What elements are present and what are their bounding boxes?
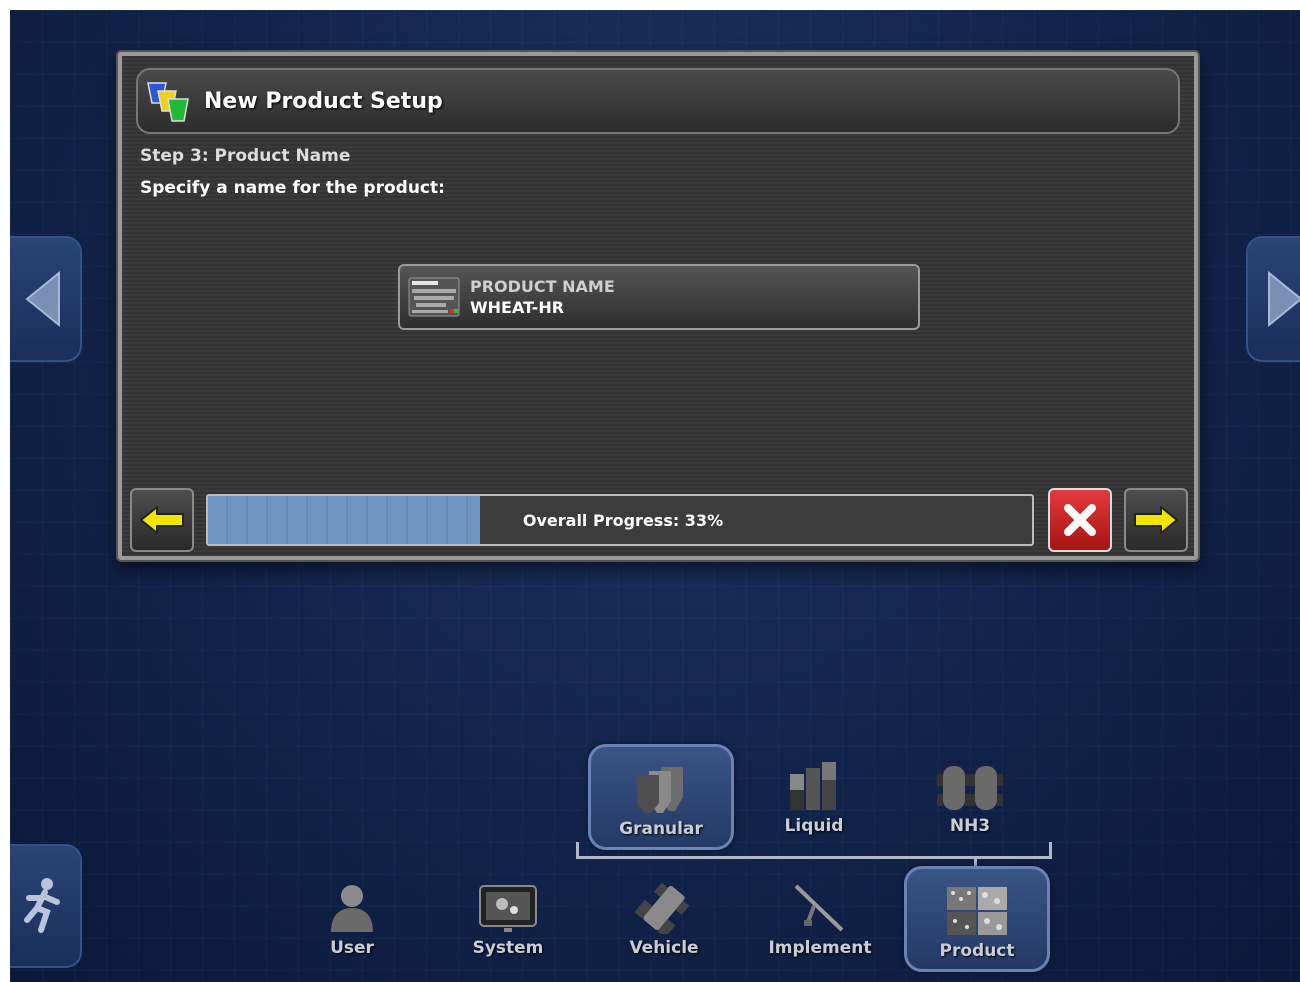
menu-label: Vehicle [629,938,699,958]
menu-item-vehicle[interactable]: Vehicle [594,866,734,966]
submenu-bracket [576,842,1052,859]
product-folders-icon [147,82,189,122]
step-title: Step 3: Product Name [140,146,351,166]
implement-icon [794,884,844,932]
nh3-icon [937,766,1003,810]
menu-item-user[interactable]: User [282,866,422,966]
field-value: WHEAT-HR [470,298,565,317]
system-icon [479,885,537,932]
arrow-left-icon [140,506,184,534]
menu-label: Liquid [784,816,844,836]
progress-label: Overall Progress: 33% [522,510,724,530]
menu-label: Implement [768,938,872,958]
new-product-dialog: New Product Setup Step 3: Product Name S… [118,52,1198,560]
menu-label: System [472,938,544,958]
menu-item-nh3[interactable]: NH3 [900,744,1040,844]
previous-screen-button[interactable] [10,236,82,362]
liquid-icon [790,762,836,810]
menu-label: Product [939,941,1015,961]
cancel-button[interactable] [1048,488,1112,552]
menu-item-granular[interactable]: Granular [588,744,734,850]
triangle-left-icon [25,270,60,328]
dialog-title: New Product Setup [204,88,443,114]
menu-label: Granular [619,819,703,839]
arrow-right-icon [1134,506,1178,534]
screen-background: New Product Setup Step 3: Product Name S… [10,10,1300,982]
menu-label: User [330,938,374,958]
product-name-field-button[interactable]: PRODUCT NAME WHEAT-HR [398,264,920,330]
vehicle-icon [634,882,690,934]
instruction-text: Specify a name for the product: [140,178,445,198]
next-screen-button[interactable] [1246,236,1300,362]
granular-icon [637,767,683,813]
field-text: PRODUCT NAME WHEAT-HR [470,277,615,317]
exit-button[interactable] [10,844,82,968]
menu-item-liquid[interactable]: Liquid [744,744,884,844]
menu-item-implement[interactable]: Implement [750,866,890,966]
running-man-icon [24,878,60,933]
field-label: PRODUCT NAME [470,277,615,296]
dialog-header: New Product Setup [136,68,1180,134]
menu-item-system[interactable]: System [438,866,578,966]
product-icon [947,887,1007,935]
triangle-right-icon [1268,270,1300,328]
user-icon [331,885,373,932]
back-button[interactable] [130,488,194,552]
next-button[interactable] [1124,488,1188,552]
overall-progress-bar: Overall Progress: 33% [206,494,1034,546]
keyboard-icon [408,277,460,317]
menu-item-product[interactable]: Product [904,866,1050,972]
menu-label: NH3 [949,816,991,836]
close-icon [1064,504,1096,536]
